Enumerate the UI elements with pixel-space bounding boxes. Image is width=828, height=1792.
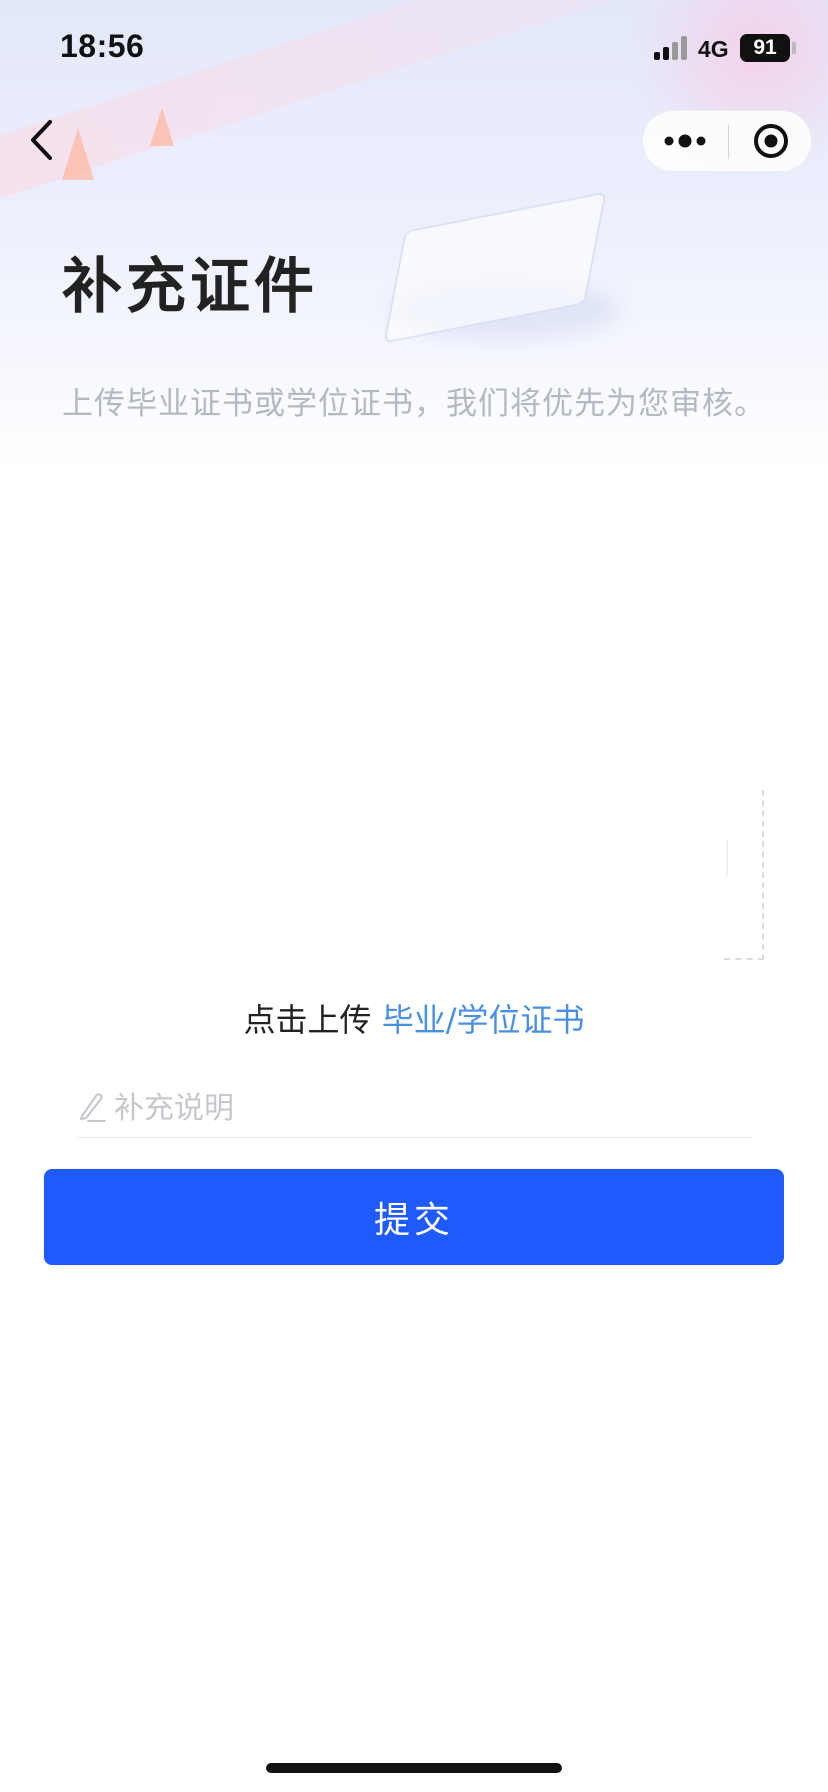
pen-icon: [80, 1093, 106, 1122]
battery-level: 91: [753, 36, 777, 59]
mini-program-capsule: [642, 110, 812, 172]
upload-area-mark: [726, 840, 728, 876]
upload-caption-link[interactable]: 毕业/学位证书: [382, 1001, 585, 1039]
decorative-cone: [150, 108, 174, 146]
upload-caption-lead: 点击上传: [243, 1001, 372, 1039]
note-input[interactable]: [114, 1080, 744, 1136]
chevron-left-icon: [31, 120, 52, 160]
more-button[interactable]: [643, 111, 727, 171]
more-dots-icon: [664, 134, 706, 148]
battery-cap: [792, 42, 796, 54]
back-button[interactable]: [24, 112, 60, 168]
status-time: 18:56: [60, 28, 145, 64]
upload-area-border: [724, 958, 764, 960]
close-mini-program-button[interactable]: [729, 111, 813, 171]
network-type: 4G: [698, 36, 729, 62]
status-bar: 18:56 4G 91: [0, 0, 828, 100]
signal-icon: [654, 36, 688, 60]
upload-caption[interactable]: 点击上传 毕业/学位证书: [0, 995, 828, 1041]
page-subtitle: 上传毕业证书或学位证书，我们将优先为您审核。: [62, 386, 766, 422]
home-indicator: [266, 1763, 562, 1773]
note-field: [76, 1080, 752, 1138]
page-title: 补充证件: [62, 252, 318, 322]
certificate-upload-area[interactable]: [112, 790, 764, 960]
target-icon: [754, 124, 788, 158]
upload-area-border: [762, 790, 764, 960]
submit-button[interactable]: 提交: [44, 1169, 784, 1265]
decorative-cone: [62, 128, 94, 180]
battery-icon: 91: [740, 34, 790, 62]
